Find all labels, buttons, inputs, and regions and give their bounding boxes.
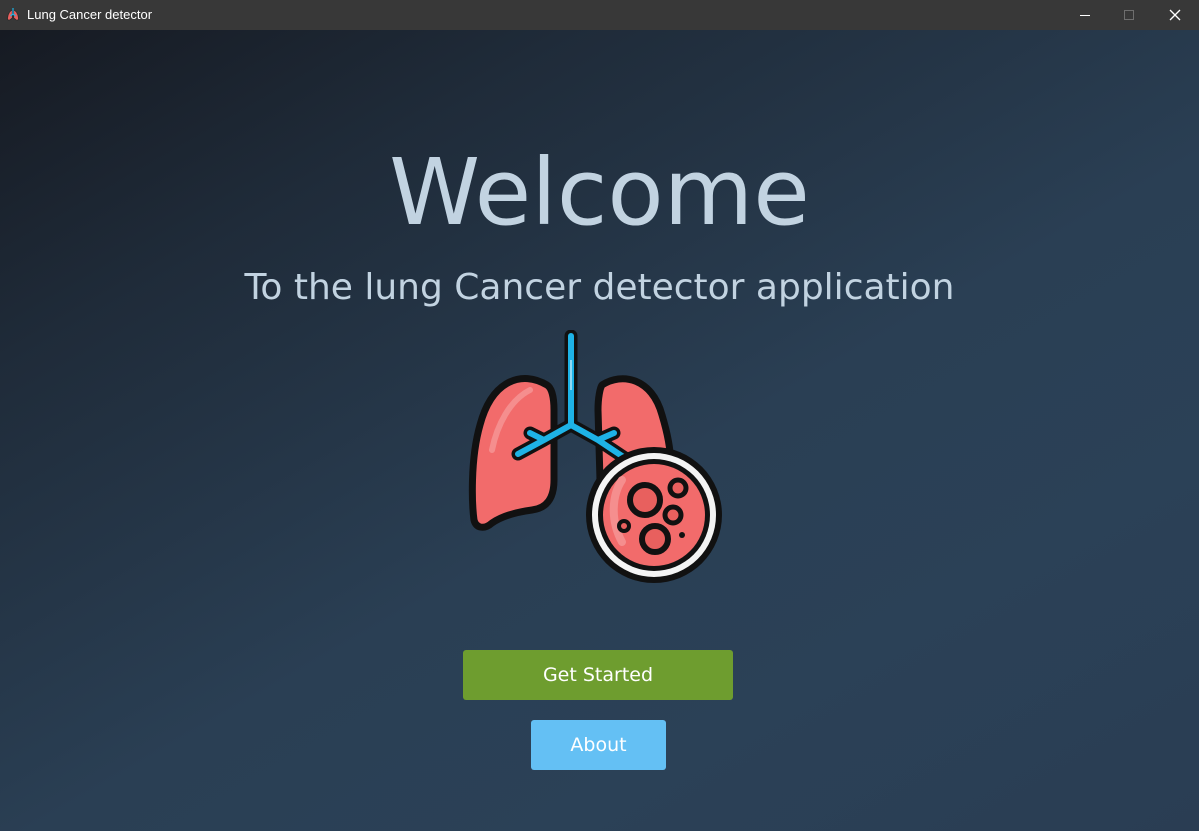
minimize-button[interactable] — [1062, 0, 1108, 30]
welcome-heading: Welcome — [389, 139, 810, 246]
lungs-icon — [7, 8, 19, 21]
minimize-icon — [1080, 15, 1090, 16]
title-bar[interactable]: Lung Cancer detector — [0, 0, 1199, 30]
get-started-button[interactable]: Get Started — [463, 650, 733, 700]
app-window: Lung Cancer detector Welcome To the lung… — [0, 0, 1199, 831]
welcome-subtitle: To the lung Cancer detector application — [244, 267, 955, 308]
close-icon — [1169, 9, 1181, 21]
about-button[interactable]: About — [531, 720, 666, 770]
close-button[interactable] — [1152, 0, 1198, 30]
maximize-button[interactable] — [1106, 0, 1152, 30]
window-title: Lung Cancer detector — [27, 7, 153, 22]
maximize-icon — [1124, 10, 1134, 20]
lungs-with-cancer-cells-icon — [468, 330, 722, 583]
welcome-screen: Welcome To the lung Cancer detector appl… — [0, 30, 1199, 831]
